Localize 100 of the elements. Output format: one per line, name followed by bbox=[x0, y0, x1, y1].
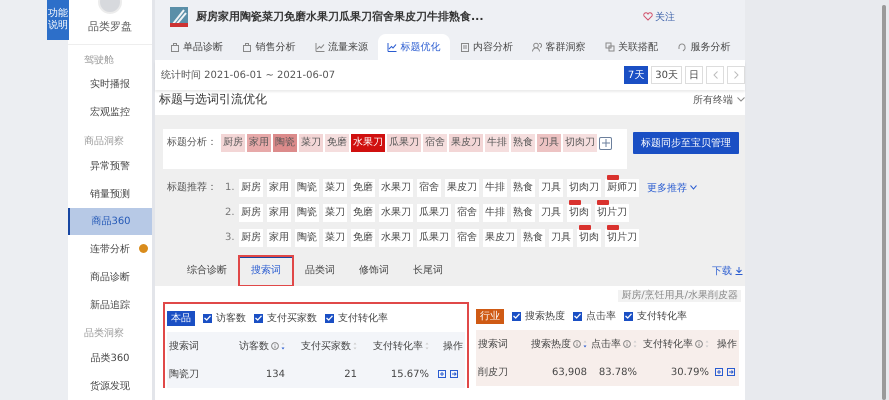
sidebar-item[interactable]: 实时播报 bbox=[68, 70, 152, 98]
check-icon bbox=[513, 313, 520, 319]
table-cell-text: 83.78% bbox=[598, 366, 638, 378]
sidebar-item-label: 品类360 bbox=[90, 352, 130, 366]
recommended-word-chip[interactable]: 果皮刀 bbox=[483, 228, 517, 246]
tab[interactable]: 服务分析 bbox=[668, 34, 740, 60]
sidebar-title: 品类罗盘 bbox=[88, 19, 132, 34]
copy-keyword-button[interactable] bbox=[727, 368, 735, 376]
metric-checkbox[interactable]: 支付转化率 bbox=[624, 309, 687, 323]
column-header: 支付转化率 bbox=[373, 340, 423, 353]
sidebar-item-label: 商品360 bbox=[91, 214, 131, 228]
word-type-tab[interactable]: 修饰词 bbox=[347, 256, 401, 286]
range-button[interactable]: 30天 bbox=[651, 66, 682, 84]
more-link[interactable]: 更多推荐 bbox=[647, 180, 697, 194]
recommended-word-chip[interactable]: 熟食 bbox=[511, 178, 535, 196]
word-type-tab[interactable]: 品类词 bbox=[293, 256, 347, 286]
sidebar-section-label: 品类洞察 bbox=[83, 326, 125, 342]
sidebar-item[interactable]: 异常预警 bbox=[68, 152, 152, 180]
metric-checkbox[interactable]: 搜索热度 bbox=[512, 309, 565, 323]
recommended-word-chip[interactable]: 水果刀 bbox=[379, 228, 413, 246]
range-button[interactable]: 日 bbox=[685, 66, 703, 84]
copy-keyword-button[interactable] bbox=[450, 370, 458, 378]
recommended-word-chip[interactable]: 果皮刀 bbox=[445, 178, 479, 196]
add-keyword-button[interactable] bbox=[438, 370, 446, 378]
recommended-word-chip[interactable]: 免磨 bbox=[351, 178, 375, 196]
plus-square-icon bbox=[715, 368, 723, 376]
table-cell-text: 陶瓷刀 bbox=[168, 368, 200, 381]
recommended-word-chip[interactable]: 家用 bbox=[267, 228, 291, 246]
check-icon bbox=[326, 315, 333, 321]
sidebar-item[interactable]: 新品追踪 bbox=[68, 290, 152, 318]
tab[interactable]: 销售分析 bbox=[232, 34, 305, 60]
sidebar-item[interactable]: 品类360 bbox=[68, 344, 152, 372]
recommended-word-chip[interactable]: 菜刀 bbox=[323, 204, 347, 222]
tab[interactable]: 关联搭配 bbox=[595, 34, 668, 60]
tab[interactable]: 流量来源 bbox=[305, 34, 378, 60]
recommended-word-chip[interactable]: 牛排 bbox=[483, 204, 507, 222]
recommended-word-chip[interactable]: 厨师刀 bbox=[605, 178, 639, 196]
recommended-word-chip[interactable]: 家用 bbox=[267, 178, 291, 196]
sidebar-item[interactable]: 销量预测 bbox=[68, 180, 152, 208]
recommended-word-chip[interactable]: 陶瓷 bbox=[295, 178, 319, 196]
recommended-word-chip[interactable]: 刀具 bbox=[539, 178, 563, 196]
help-tab[interactable]: 功能说明 bbox=[47, 0, 69, 40]
sidebar-item-label: 连带分析 bbox=[90, 242, 130, 256]
recommended-word-chip[interactable]: 刀具 bbox=[539, 204, 563, 222]
recommended-word-chip[interactable]: 宿舍 bbox=[455, 228, 479, 246]
add-button[interactable] bbox=[599, 136, 612, 150]
metric-checkbox[interactable]: 支付买家数 bbox=[254, 311, 317, 325]
check-icon bbox=[255, 315, 262, 321]
sync-title-button[interactable]: 标题同步至宝贝管理 bbox=[633, 132, 739, 154]
recommended-word-chip[interactable]: 免磨 bbox=[351, 228, 375, 246]
metric-checkbox[interactable]: 访客数 bbox=[203, 311, 246, 325]
recommended-word-chip[interactable]: 陶瓷 bbox=[295, 204, 319, 222]
column-header: 搜索词 bbox=[169, 340, 199, 353]
recommended-word-chip[interactable]: 熟食 bbox=[521, 228, 545, 246]
row-label: 标题分析： bbox=[167, 136, 218, 150]
recommended-word-chip[interactable]: 切肉 bbox=[567, 204, 591, 222]
recommended-word-chip[interactable]: 水果刀 bbox=[379, 204, 413, 222]
row-label: 标题推荐： bbox=[167, 180, 218, 194]
recommended-word-chip[interactable]: 水果刀 bbox=[379, 178, 413, 196]
recommended-word-chip[interactable]: 菜刀 bbox=[323, 228, 347, 246]
metric-checkbox[interactable]: 支付转化率 bbox=[325, 311, 388, 325]
recommended-word-chip[interactable]: 厨房 bbox=[239, 178, 263, 196]
recommended-word-chip[interactable]: 宿舍 bbox=[455, 204, 479, 222]
recommended-word-chip[interactable]: 切片刀 bbox=[595, 204, 629, 222]
recommended-word-chip[interactable]: 切肉刀 bbox=[567, 178, 601, 196]
sidebar-item[interactable]: 货源发现 bbox=[68, 372, 152, 400]
recommended-word-chip[interactable]: 陶瓷 bbox=[295, 228, 319, 246]
recommended-word-chip[interactable]: 宿舍 bbox=[417, 178, 441, 196]
sidebar-item[interactable]: 商品诊断 bbox=[68, 263, 152, 291]
metric-checkbox[interactable]: 点击率 bbox=[573, 309, 616, 323]
download-link[interactable]: 下载 bbox=[712, 264, 743, 278]
word-type-tab[interactable]: 长尾词 bbox=[401, 256, 455, 286]
scrollbar[interactable] bbox=[882, 5, 886, 400]
recommended-word-chip[interactable]: 切肉 bbox=[577, 228, 601, 246]
terminal-dropdown[interactable]: 所有终端 bbox=[693, 92, 745, 106]
recommended-word-chip[interactable]: 免磨 bbox=[351, 204, 375, 222]
follow-link[interactable]: 关注 bbox=[643, 10, 675, 24]
recommended-word-chip[interactable]: 菜刀 bbox=[323, 178, 347, 196]
recommended-word-chip[interactable]: 瓜果刀 bbox=[417, 204, 451, 222]
recommended-word-chip[interactable]: 牛排 bbox=[483, 178, 507, 196]
word-type-tab[interactable]: 综合诊断 bbox=[175, 256, 239, 286]
recommended-word-chip[interactable]: 瓜果刀 bbox=[417, 228, 451, 246]
chevron-down-icon bbox=[690, 185, 697, 190]
sidebar-item[interactable]: 宏观监控 bbox=[68, 98, 152, 126]
sidebar-item[interactable]: 商品360 bbox=[68, 208, 152, 236]
recommended-word-chip[interactable]: 刀具 bbox=[549, 228, 573, 246]
row-number: 1. bbox=[225, 182, 235, 193]
tab[interactable]: 单品诊断 bbox=[160, 34, 232, 60]
recommended-word-chip[interactable]: 熟食 bbox=[511, 204, 535, 222]
recommended-word-chip[interactable]: 厨房 bbox=[239, 204, 263, 222]
sidebar-item[interactable]: 连带分析 bbox=[68, 235, 152, 263]
recommended-word-chip[interactable]: 切片刀 bbox=[605, 228, 639, 246]
word-type-tab[interactable]: 搜索词 bbox=[239, 256, 293, 286]
range-button[interactable]: 7天 bbox=[624, 66, 648, 84]
recommended-word-chip[interactable]: 家用 bbox=[267, 204, 291, 222]
recommended-word-chip[interactable]: 厨房 bbox=[239, 228, 263, 246]
tab[interactable]: 标题优化 bbox=[378, 34, 450, 60]
tab[interactable]: 客群洞察 bbox=[522, 34, 595, 60]
add-keyword-button[interactable] bbox=[715, 368, 723, 376]
tab[interactable]: 内容分析 bbox=[450, 34, 522, 60]
